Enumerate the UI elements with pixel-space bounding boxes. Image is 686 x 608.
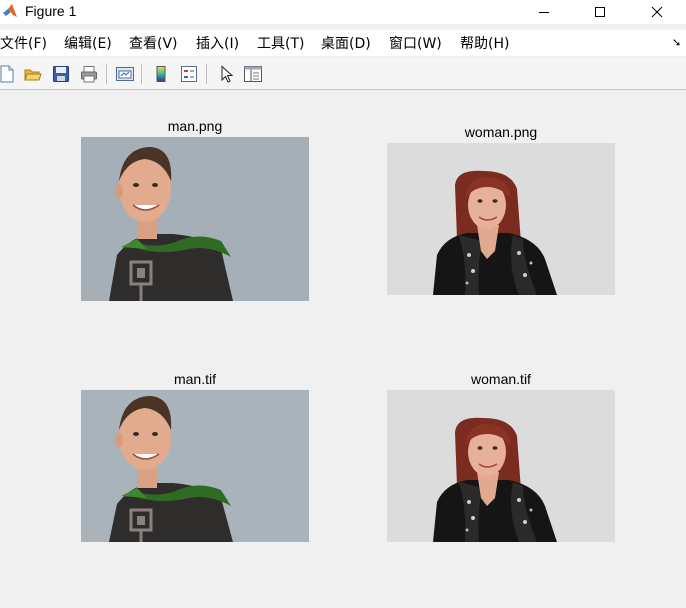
toolbar-separator xyxy=(206,64,207,84)
menu-window[interactable]: 窗口(W) xyxy=(389,36,442,52)
link-plot-icon xyxy=(116,67,134,81)
property-inspector-button[interactable] xyxy=(242,63,264,85)
figure-toolbar xyxy=(0,58,686,90)
insert-legend-icon xyxy=(181,66,197,82)
toolbar-separator xyxy=(141,64,142,84)
insert-colorbar-button[interactable] xyxy=(150,63,172,85)
menu-insert[interactable]: 插入(I) xyxy=(196,36,239,52)
print-icon xyxy=(81,66,97,83)
axes-title-man-png: man.png xyxy=(167,118,223,134)
new-figure-icon xyxy=(0,65,14,83)
axes-title-woman-tif: woman.tif xyxy=(471,371,531,387)
toolbar-dock-arrow-icon[interactable]: ➘ xyxy=(672,38,681,49)
close-button[interactable] xyxy=(634,0,680,24)
image-man-png xyxy=(81,137,309,301)
menu-bar: 文件(F) 编辑(E) 查看(V) 插入(I) 工具(T) 桌面(D) 窗口(W… xyxy=(0,30,686,56)
menu-view[interactable]: 查看(V) xyxy=(129,36,178,52)
image-woman-png xyxy=(387,143,615,295)
insert-colorbar-icon xyxy=(156,66,166,82)
minimize-icon xyxy=(539,12,549,13)
axes-title-man-tif: man.tif xyxy=(173,371,216,387)
edit-plot-button[interactable] xyxy=(215,63,237,85)
insert-legend-button[interactable] xyxy=(178,63,200,85)
image-man-tif xyxy=(81,390,309,542)
menu-edit[interactable]: 编辑(E) xyxy=(64,36,112,52)
menu-help[interactable]: 帮助(H) xyxy=(460,36,509,52)
matlab-logo-icon xyxy=(2,3,18,19)
link-plot-button[interactable] xyxy=(114,63,136,85)
new-figure-button[interactable] xyxy=(0,63,18,85)
title-bar: Figure 1 xyxy=(0,0,686,24)
minimize-button[interactable] xyxy=(521,0,567,24)
close-icon xyxy=(651,6,663,18)
menu-file[interactable]: 文件(F) xyxy=(0,36,47,52)
open-file-button[interactable] xyxy=(22,63,44,85)
property-inspector-icon xyxy=(244,66,262,82)
save-button[interactable] xyxy=(50,63,72,85)
toolbar-separator xyxy=(106,64,107,84)
save-icon xyxy=(53,66,69,82)
maximize-icon xyxy=(595,7,605,17)
window-title: Figure 1 xyxy=(25,3,77,19)
image-woman-tif xyxy=(387,390,615,542)
print-button[interactable] xyxy=(78,63,100,85)
axes-title-woman-png: woman.png xyxy=(464,124,538,140)
menu-desktop[interactable]: 桌面(D) xyxy=(321,36,371,52)
maximize-button[interactable] xyxy=(577,0,623,24)
edit-plot-cursor-icon xyxy=(221,65,234,83)
open-file-icon xyxy=(24,69,42,81)
menu-tools[interactable]: 工具(T) xyxy=(257,36,304,52)
